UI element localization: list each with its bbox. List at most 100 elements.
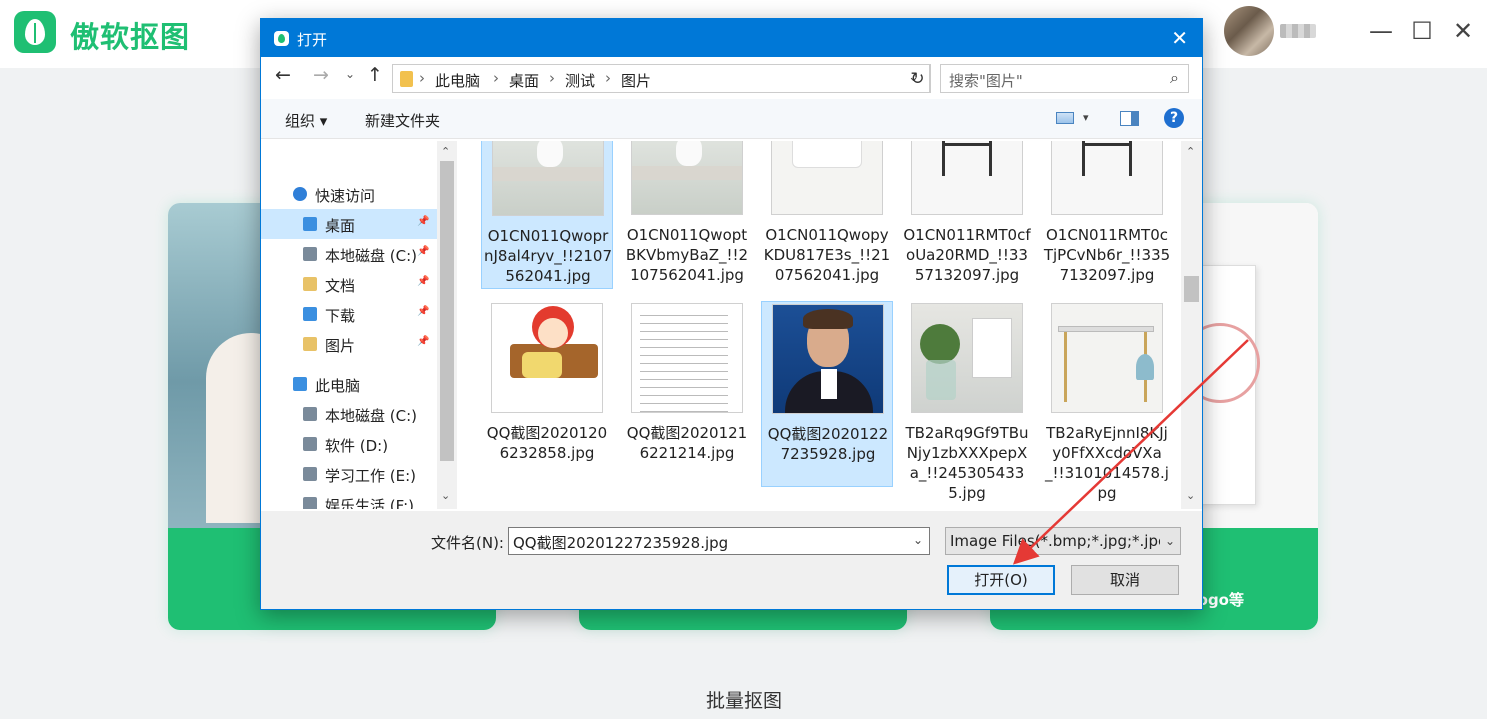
navigation-pane-scrollbar[interactable]: ⌃ ⌄ [437, 141, 457, 509]
drive-icon [303, 437, 317, 451]
nav-item-label: 本地磁盘 (C:) [325, 407, 417, 425]
file-name: TB2aRq9Gf9TBuNjy1zbXXXpepXa_!!2453054335… [905, 424, 1029, 502]
search-placeholder: 搜索"图片" [949, 72, 1023, 90]
file-name: QQ截图20201227235928.jpg [767, 425, 889, 463]
file-item[interactable]: QQ截图20201206232858.jpg [481, 301, 613, 487]
filename-input[interactable]: QQ截图20201227235928.jpg ⌄ [508, 527, 930, 555]
file-item[interactable]: QQ截图20201216221214.jpg [621, 301, 753, 487]
open-button[interactable]: 打开(O) [947, 565, 1055, 595]
drive-icon [303, 247, 317, 261]
computer-icon [293, 377, 307, 391]
username-blurred [1280, 24, 1316, 38]
nav-item[interactable]: 下载 📌 [261, 299, 437, 329]
pictures-icon [303, 337, 317, 351]
scroll-down-icon[interactable]: ⌄ [441, 489, 450, 502]
file-item[interactable]: O1CN011QwoprnJ8al4ryv_!!2107562041.jpg [481, 141, 613, 289]
breadcrumb-separator: › [549, 69, 555, 87]
navigation-pane: 快速访问 桌面 📌 本地磁盘 (C:) 📌 文档 📌 下载 📌 图片 📌 此电脑 本地磁盘 (C:) 软件… [261, 141, 437, 509]
dialog-close-button[interactable]: ✕ [1171, 26, 1188, 50]
file-item[interactable]: QQ截图20201227235928.jpg [761, 301, 893, 487]
pin-icon[interactable]: 📌 [417, 216, 429, 227]
breadcrumb-this-pc[interactable]: 此电脑 [435, 70, 480, 91]
new-folder-button[interactable]: 新建文件夹 [365, 110, 440, 131]
close-button[interactable]: ✕ [1450, 18, 1476, 44]
scroll-up-icon[interactable]: ⌃ [1186, 145, 1195, 158]
file-item[interactable]: TB2aRq9Gf9TBuNjy1zbXXXpepXa_!!2453054335… [901, 301, 1033, 502]
card-band-text: ogo等 [1197, 591, 1244, 609]
change-view-icon[interactable] [1056, 112, 1074, 124]
pin-icon[interactable]: 📌 [417, 306, 429, 317]
file-item[interactable]: TB2aRyEjnnI8KJjy0FfXXcdoVXa_!!3101014578… [1041, 301, 1173, 502]
back-arrow-icon[interactable]: ← [275, 64, 291, 86]
batch-cutout-label[interactable]: 批量抠图 [706, 686, 782, 713]
open-file-dialog: 打开 ✕ ← → ⌄ ↑ › 此电脑 › 桌面 › 测试 › 图片 ⌄ ↻ 搜索… [260, 18, 1203, 610]
up-arrow-icon[interactable]: ↑ [367, 64, 383, 86]
scroll-up-icon[interactable]: ⌃ [441, 145, 450, 158]
organize-menu[interactable]: 组织 ▾ [285, 110, 327, 131]
file-thumbnail [631, 141, 743, 215]
app-brand: 傲软抠图 [70, 20, 191, 54]
nav-item[interactable]: 文档 📌 [261, 269, 437, 299]
minimize-button[interactable]: — [1368, 18, 1394, 44]
filename-value[interactable]: QQ截图20201227235928.jpg [513, 532, 728, 553]
file-thumbnail [772, 304, 884, 414]
help-icon[interactable]: ? [1164, 108, 1184, 128]
scroll-down-icon[interactable]: ⌄ [1186, 489, 1195, 502]
nav-item[interactable]: 学习工作 (E:) [261, 459, 437, 489]
star-icon [293, 187, 307, 201]
preview-pane-icon[interactable] [1120, 111, 1139, 126]
pin-icon[interactable]: 📌 [417, 276, 429, 287]
breadcrumb-test[interactable]: 测试 [565, 70, 595, 91]
file-grid: O1CN011QwoprnJ8al4ryv_!!2107562041.jpg O1… [459, 141, 1181, 509]
cancel-button[interactable]: 取消 [1071, 565, 1179, 595]
search-input[interactable]: 搜索"图片" ⌕ [940, 64, 1189, 93]
file-name: O1CN011RMT0cfoUa20RMD_!!3357132097.jpg [903, 226, 1031, 284]
filename-dropdown-icon[interactable]: ⌄ [913, 533, 923, 547]
file-name: O1CN011QwopyKDU817E3s_!!2107562041.jpg [763, 226, 891, 284]
scrollbar-thumb[interactable] [440, 161, 454, 461]
breadcrumb-separator: › [605, 69, 611, 87]
pin-icon[interactable]: 📌 [417, 246, 429, 257]
breadcrumb-separator: › [419, 69, 425, 87]
file-item[interactable]: O1CN011QwopyKDU817E3s_!!2107562041.jpg [761, 141, 893, 289]
file-thumbnail [1051, 141, 1163, 215]
refresh-icon[interactable]: ↻ [905, 64, 931, 93]
file-name: O1CN011QwoptBKVbmyBaZ_!!2107562041.jpg [625, 226, 749, 284]
file-thumbnail [492, 141, 604, 216]
nav-item-label: 本地磁盘 (C:) [325, 247, 417, 265]
nav-item[interactable]: 图片 📌 [261, 329, 437, 359]
file-item[interactable]: O1CN011RMT0cTjPCvNb6r_!!3357132097.jpg [1041, 141, 1173, 289]
file-thumbnail [631, 303, 743, 413]
file-thumbnail [911, 303, 1023, 413]
nav-item[interactable]: 本地磁盘 (C:) 📌 [261, 239, 437, 269]
filetype-select[interactable]: Image Files(*.bmp;*.jpg;*.jpeg ⌄ [945, 527, 1181, 555]
pin-icon[interactable]: 📌 [417, 336, 429, 347]
nav-item[interactable]: 软件 (D:) [261, 429, 437, 459]
filetype-dropdown-icon[interactable]: ⌄ [1160, 528, 1180, 554]
view-dropdown-icon[interactable]: ▾ [1083, 111, 1089, 124]
dialog-footer: 文件名(N): QQ截图20201227235928.jpg ⌄ Image F… [261, 511, 1202, 609]
nav-item[interactable]: 娱乐生活 (F:) [261, 489, 437, 509]
nav-item[interactable]: 此电脑 [261, 369, 437, 399]
desktop-icon [303, 217, 317, 231]
file-name: O1CN011RMT0cTjPCvNb6r_!!3357132097.jpg [1043, 226, 1171, 284]
file-name: QQ截图20201216221214.jpg [626, 424, 748, 462]
recent-locations-dropdown-icon[interactable]: ⌄ [345, 67, 355, 81]
file-grid-scrollbar[interactable]: ⌃ ⌄ [1181, 141, 1202, 509]
nav-item[interactable]: 快速访问 [261, 179, 437, 209]
maximize-button[interactable]: ☐ [1409, 18, 1435, 44]
nav-item[interactable]: 桌面 📌 [261, 209, 437, 239]
search-icon[interactable]: ⌕ [1170, 68, 1179, 88]
scrollbar-thumb[interactable] [1184, 276, 1199, 302]
nav-item[interactable]: 本地磁盘 (C:) [261, 399, 437, 429]
dialog-titlebar[interactable]: 打开 ✕ [261, 19, 1202, 57]
breadcrumb-pictures[interactable]: 图片 [621, 70, 651, 91]
navigation-bar: ← → ⌄ ↑ › 此电脑 › 桌面 › 测试 › 图片 ⌄ ↻ 搜索"图片" … [261, 57, 1202, 97]
forward-arrow-icon[interactable]: → [313, 64, 329, 86]
file-item[interactable]: O1CN011QwoptBKVbmyBaZ_!!2107562041.jpg [621, 141, 753, 289]
address-bar[interactable]: › 此电脑 › 桌面 › 测试 › 图片 ⌄ [392, 64, 930, 93]
app-logo-icon [14, 11, 56, 53]
breadcrumb-desktop[interactable]: 桌面 [509, 70, 539, 91]
avatar[interactable] [1224, 6, 1274, 56]
file-item[interactable]: O1CN011RMT0cfoUa20RMD_!!3357132097.jpg [901, 141, 1033, 289]
